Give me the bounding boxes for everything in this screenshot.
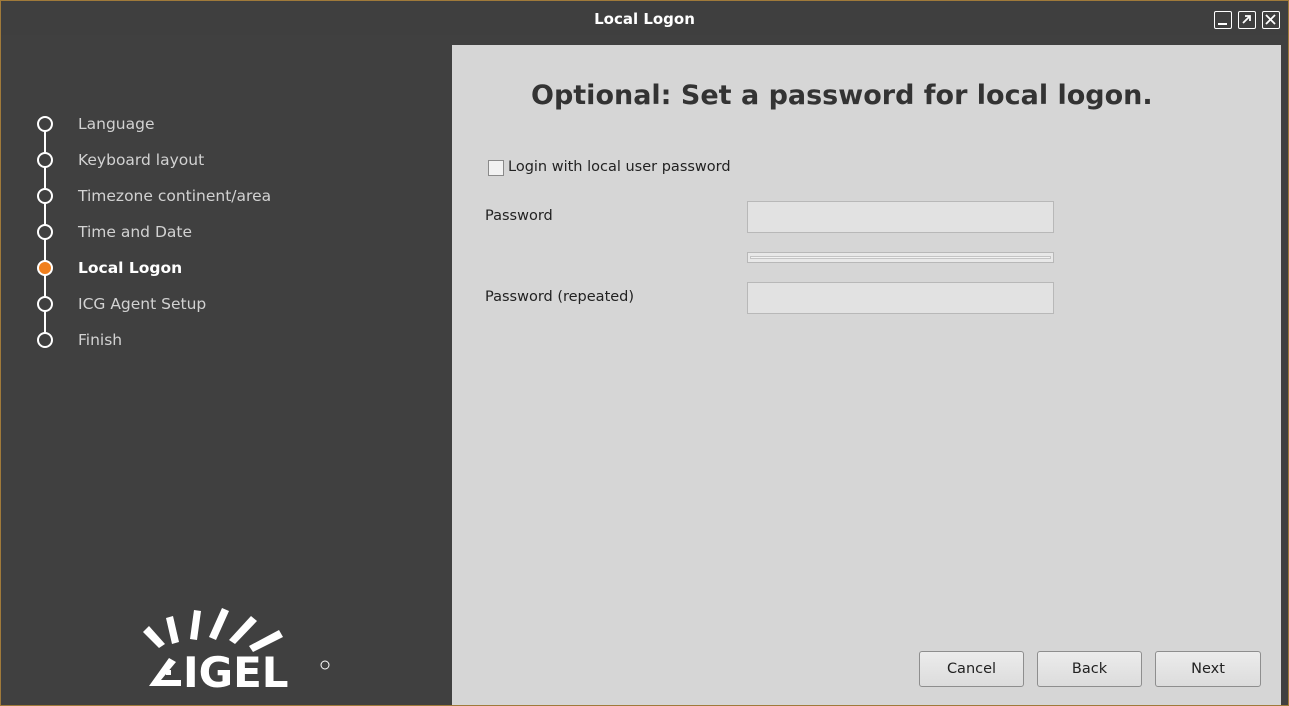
step-circle-icon (37, 152, 53, 168)
maximize-icon[interactable] (1238, 11, 1256, 29)
password-strength-bar (747, 252, 1054, 263)
cancel-button[interactable]: Cancel (919, 651, 1024, 687)
step-label: Language (78, 115, 155, 133)
steps-sidebar: Language Keyboard layout Timezone contin… (1, 35, 452, 705)
password-repeat-input[interactable] (747, 282, 1054, 314)
back-button[interactable]: Back (1037, 651, 1142, 687)
step-circle-icon (37, 224, 53, 240)
step-circle-icon (37, 116, 53, 132)
step-current-circle-icon (37, 260, 53, 276)
password-label: Password (485, 208, 553, 224)
step-label: ICG Agent Setup (78, 295, 207, 313)
step-label: Timezone continent/area (78, 187, 272, 205)
window-title: Local Logon (594, 10, 695, 28)
step-circle-icon (37, 332, 53, 348)
minimize-icon[interactable] (1214, 11, 1232, 29)
step-circle-icon (37, 296, 53, 312)
step-circle-icon (37, 188, 53, 204)
svg-text:IGEL: IGEL (183, 648, 289, 697)
local-password-checkbox-label[interactable]: Login with local user password (508, 159, 731, 175)
installer-window: Local Logon Language Keyboard layout Tim… (0, 0, 1289, 706)
password-strength-fill (750, 256, 1051, 259)
content-panel: Optional: Set a password for local logon… (452, 45, 1281, 705)
step-label: Finish (78, 331, 123, 349)
step-label: Local Logon (78, 259, 183, 277)
close-icon[interactable] (1262, 11, 1280, 29)
password-input[interactable] (747, 201, 1054, 233)
title-bar: Local Logon (1, 1, 1288, 35)
step-label: Time and Date (78, 223, 192, 241)
page-heading: Optional: Set a password for local logon… (531, 80, 1153, 111)
password-repeat-label: Password (repeated) (485, 289, 635, 305)
local-password-checkbox[interactable] (488, 160, 504, 176)
igel-logo: IGEL (143, 608, 330, 697)
next-button[interactable]: Next (1155, 651, 1261, 687)
step-label: Keyboard layout (78, 151, 205, 169)
